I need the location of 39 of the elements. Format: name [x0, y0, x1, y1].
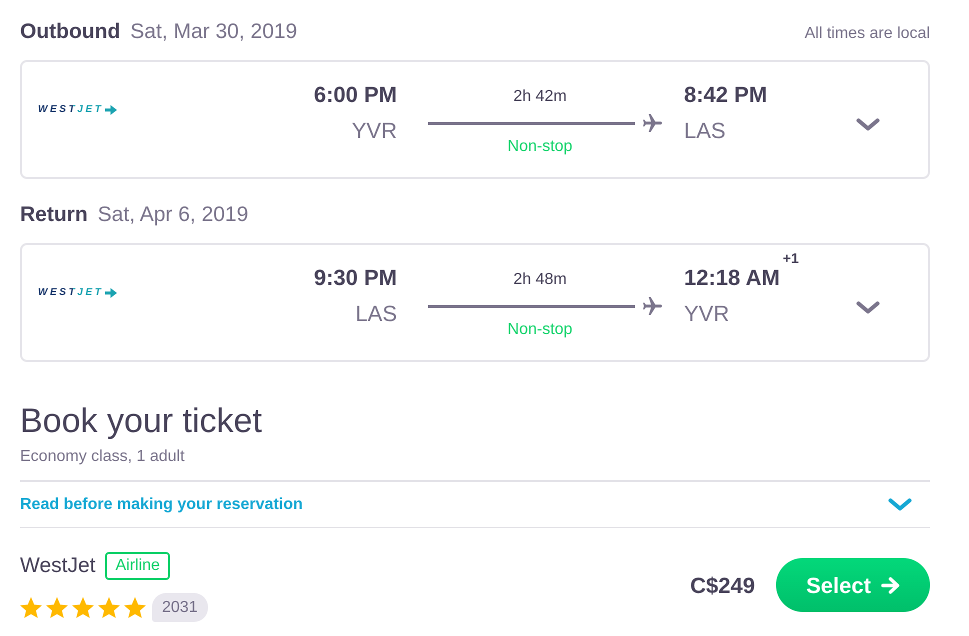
chevron-icon[interactable] [888, 498, 912, 511]
leg-title: Return [20, 202, 88, 228]
departure-time: 6:00 PM [312, 81, 397, 109]
leg-title: Outbound [20, 19, 120, 45]
arrival-airport: LAS [684, 117, 727, 145]
departure-airport: YVR [350, 117, 397, 145]
stops-label: Non-stop [506, 320, 574, 340]
arrow-icon [105, 105, 118, 115]
star-icon [20, 597, 42, 618]
arrival-airport: YVR [684, 300, 730, 328]
star-icon [72, 597, 94, 618]
fare-details: Economy class, 1 adult [20, 447, 186, 467]
provider-type-tag: Airline [105, 552, 170, 580]
reservation-notice-link[interactable]: Read before making your reservation [20, 494, 303, 516]
departure-airport: LAS [354, 300, 397, 328]
leg-date: Sat, Mar 30, 2019 [130, 19, 298, 45]
section-title: Book your ticket [20, 401, 263, 441]
stops-label: Non-stop [506, 137, 574, 157]
chevron-icon[interactable] [856, 118, 880, 131]
flight-duration: 2h 48m [512, 270, 568, 290]
star-icon [46, 597, 68, 618]
star-icon [124, 597, 146, 618]
flight-duration: 2h 42m [512, 87, 568, 107]
chevron-icon[interactable] [856, 301, 880, 314]
star-icon [98, 597, 120, 618]
departure-time: 9:30 PM [312, 264, 397, 292]
price: C$249 [690, 572, 755, 600]
arrow-icon [105, 288, 118, 298]
arrival-time: 12:18 AM [684, 264, 780, 292]
day-offset: +1 [782, 251, 799, 265]
leg-date: Sat, Apr 6, 2019 [98, 202, 248, 228]
review-count: 2031 [152, 593, 208, 622]
arrival-time: 8:42 PM [684, 81, 768, 109]
arrow-icon [880, 576, 900, 594]
select-button[interactable]: Select [776, 558, 930, 612]
airplane-icon [643, 296, 662, 316]
airplane-icon [643, 114, 662, 132]
airline-name: WestJet [20, 553, 96, 579]
timezone-note: All times are local [804, 24, 930, 44]
